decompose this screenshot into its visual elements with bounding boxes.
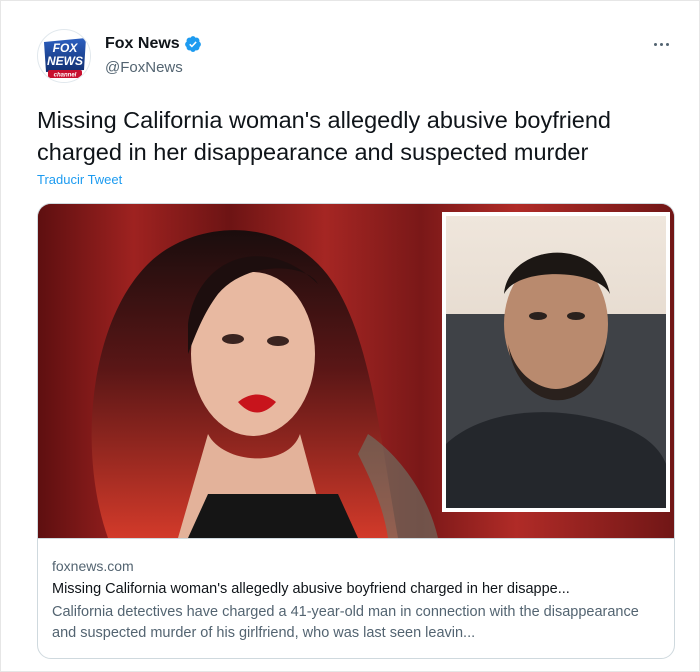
translate-tweet-link[interactable]: Traducir Tweet <box>37 172 122 187</box>
more-options-icon[interactable] <box>649 33 673 55</box>
avatar[interactable]: FOX NEWS channel <box>37 29 91 83</box>
verified-badge-icon <box>184 35 202 53</box>
tweet-header: FOX NEWS channel Fox News @FoxNews <box>37 29 673 85</box>
tweet-text: Missing California woman's allegedly abu… <box>37 107 611 165</box>
fox-news-logo: FOX NEWS channel <box>39 31 90 82</box>
link-card-domain: foxnews.com <box>52 558 134 574</box>
tweet-container: FOX NEWS channel Fox News @FoxNews Missi… <box>0 0 700 672</box>
logo-text-news: NEWS <box>47 54 83 68</box>
link-card-image[interactable] <box>38 204 674 538</box>
author-name-row: Fox News <box>105 35 202 53</box>
logo-text-fox: FOX <box>53 41 79 55</box>
link-card[interactable]: foxnews.com Missing California woman's a… <box>37 203 675 659</box>
link-card-description: California detectives have charged a 41-… <box>52 604 639 641</box>
author-name[interactable]: Fox News <box>105 35 180 53</box>
link-card-title: Missing California woman's allegedly abu… <box>52 581 570 597</box>
link-card-meta: foxnews.com Missing California woman's a… <box>38 538 674 658</box>
author-handle[interactable]: @FoxNews <box>105 59 183 76</box>
logo-text-channel: channel <box>54 73 77 79</box>
